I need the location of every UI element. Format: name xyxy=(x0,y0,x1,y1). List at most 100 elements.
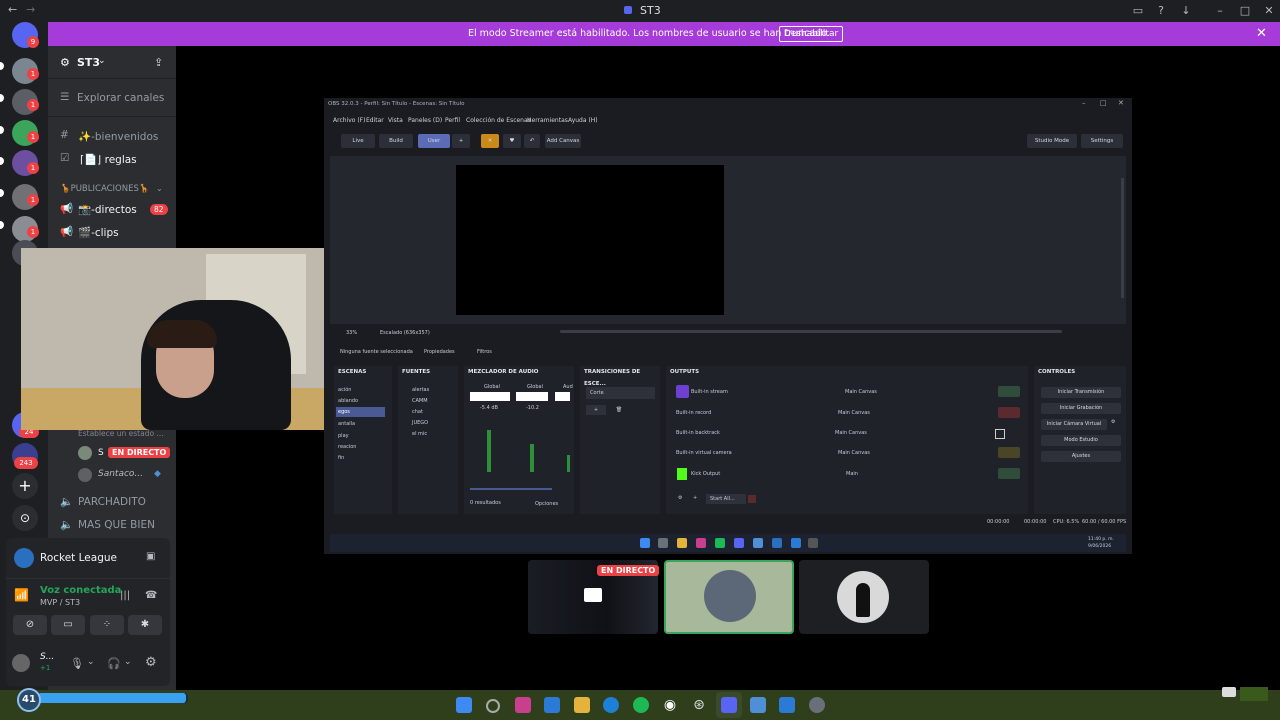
obs-menu-perfil[interactable]: Perfil xyxy=(445,117,460,124)
disable-streamer-button[interactable]: Deshabilitar xyxy=(779,26,843,42)
obs-menu-herramientas[interactable]: Herramientas xyxy=(527,117,568,124)
steam-icon[interactable]: ⊛ xyxy=(691,697,707,713)
scene-item[interactable]: antalla xyxy=(338,421,355,427)
obs-minimize-icon[interactable]: – xyxy=(1082,99,1086,107)
source-item[interactable]: chat xyxy=(412,409,423,415)
soundboard-button[interactable]: ✱ xyxy=(128,615,162,635)
obs-menu-editar[interactable]: Editar xyxy=(366,117,384,124)
arrow-left-icon[interactable]: ← xyxy=(8,3,17,16)
mixer-scroll[interactable] xyxy=(470,488,552,490)
activity-icon[interactable]: ▣ xyxy=(146,551,155,562)
discord-icon[interactable] xyxy=(721,697,737,713)
microphone-icon[interactable]: 🎙 xyxy=(70,657,84,670)
output-toggle[interactable] xyxy=(998,386,1020,397)
stop-all-button[interactable] xyxy=(748,495,756,503)
voice-channel-mas-que-bien[interactable]: MAS QUE BIEN xyxy=(78,519,155,531)
source-item[interactable]: JUEGO xyxy=(412,420,428,426)
scene-item[interactable]: reacion xyxy=(338,444,356,450)
channel-directos[interactable]: 📸-directos xyxy=(78,203,137,216)
folder-icon[interactable] xyxy=(574,697,590,713)
obs-icon[interactable]: ◉ xyxy=(662,697,678,713)
obs-cross-icon[interactable]: ✕ xyxy=(481,134,499,148)
start-recording-button[interactable]: Iniciar Grabación xyxy=(1041,403,1121,414)
voice-location[interactable]: MVP / ST3 xyxy=(40,598,80,607)
activities-icon[interactable]: ⁘ xyxy=(90,615,124,635)
output-toggle[interactable] xyxy=(998,468,1020,479)
output-settings-icon[interactable]: ⚙ xyxy=(678,495,682,501)
server-name[interactable]: ST3 xyxy=(77,56,100,69)
close-banner-icon[interactable]: ✕ xyxy=(1256,26,1267,41)
screen-share-icon[interactable]: ▭ xyxy=(51,615,85,635)
transition-add-icon[interactable]: + xyxy=(586,405,606,415)
voice-status[interactable]: Voz conectada xyxy=(40,585,121,596)
obs-menu-escenas[interactable]: Colección de Escenas xyxy=(466,117,531,124)
download-icon[interactable]: ↓ xyxy=(1179,4,1193,18)
obs-add-canvas-button[interactable]: Add Canvas xyxy=(545,134,581,148)
camera-off-icon[interactable]: ⊘ xyxy=(13,615,47,635)
disconnect-icon[interactable]: ☎ xyxy=(145,590,157,601)
settings-button[interactable]: Ajustes xyxy=(1041,451,1121,462)
obs-maximize-icon[interactable]: □ xyxy=(1100,99,1107,107)
copilot-icon[interactable] xyxy=(515,697,531,713)
obs-menu-paneles[interactable]: Paneles (D) xyxy=(408,117,442,124)
obs-canvas[interactable] xyxy=(456,165,724,315)
scene-item[interactable]: ación xyxy=(338,387,351,393)
voice-user-name[interactable]: Santaco... xyxy=(98,469,143,479)
user-name[interactable]: S... xyxy=(40,652,54,662)
obs-studio-mode-button[interactable]: Studio Mode xyxy=(1027,134,1077,148)
obs-horizontal-scrollbar[interactable] xyxy=(560,330,1062,333)
obs-live-button[interactable]: Live xyxy=(341,134,375,148)
obs-scale-mode[interactable]: Escalado (636x357) xyxy=(380,330,430,336)
obs-menu-ayuda[interactable]: Ayuda (H) xyxy=(568,117,598,124)
settings-gear-icon[interactable]: ⚙ xyxy=(145,655,157,670)
start-virtual-camera-button[interactable]: Iniciar Cámara Virtual xyxy=(1041,419,1107,430)
obs-scrollbar[interactable] xyxy=(1121,178,1124,298)
category-publicaciones[interactable]: 🦒PUBLICACIONES🦒 xyxy=(60,184,149,194)
close-icon[interactable]: ✕ xyxy=(1262,4,1276,18)
search-icon[interactable] xyxy=(486,699,500,713)
obs-share-icon[interactable]: ↶ xyxy=(524,134,540,148)
obs-zoom[interactable]: 33% xyxy=(346,330,357,336)
obs-menu-archivo[interactable]: Archivo (F) xyxy=(333,117,365,124)
channel-clips[interactable]: 🎬-clips xyxy=(78,226,119,239)
tray-widget[interactable] xyxy=(1240,687,1268,701)
start-all-button[interactable]: Start All... xyxy=(706,494,746,504)
settings-gear-icon[interactable] xyxy=(809,697,825,713)
obs-user-button[interactable]: User xyxy=(418,134,450,148)
studio-mode-button[interactable]: Modo Estudio xyxy=(1041,435,1121,446)
virtual-camera-settings-icon[interactable]: ⚙ xyxy=(1111,419,1115,425)
obs-heart-icon[interactable]: ♥ xyxy=(503,134,521,148)
chevron-down-icon[interactable]: ⌄ xyxy=(124,657,132,667)
store-icon[interactable] xyxy=(544,697,560,713)
obs-settings-button[interactable]: Settings xyxy=(1081,134,1123,148)
start-stream-button[interactable]: Iniciar Transmisión xyxy=(1041,387,1121,398)
source-item[interactable]: CAMM xyxy=(412,398,428,404)
photos-icon[interactable] xyxy=(779,697,795,713)
backtrack-checkbox[interactable] xyxy=(995,429,1005,439)
spotify-icon[interactable] xyxy=(633,697,649,713)
soundboard-icon[interactable]: ||| xyxy=(120,590,130,601)
discover-icon[interactable]: ⊙ xyxy=(12,505,38,531)
inbox-icon[interactable]: ▭ xyxy=(1131,4,1145,18)
output-add-icon[interactable]: + xyxy=(693,495,697,501)
scene-item[interactable]: play xyxy=(338,433,349,439)
obs-filters-button[interactable]: Filtros xyxy=(477,349,492,355)
arrow-right-icon[interactable]: → xyxy=(26,3,35,16)
source-item[interactable]: el mic xyxy=(412,431,427,437)
maximize-icon[interactable]: □ xyxy=(1238,4,1252,18)
obs-close-icon[interactable]: ✕ xyxy=(1118,99,1124,107)
transition-delete-icon[interactable]: 🗑 xyxy=(612,405,626,415)
voice-channel-parchadito[interactable]: PARCHADITO xyxy=(78,496,146,508)
windows-start-icon[interactable] xyxy=(456,697,472,713)
virtual-camera-toggle[interactable] xyxy=(998,447,1020,458)
participant-tile-speaking[interactable] xyxy=(664,560,794,634)
chevron-down-icon[interactable]: ⌄ xyxy=(98,56,106,66)
help-icon[interactable]: ? xyxy=(1154,4,1168,18)
channel-reglas[interactable]: ⌈📄⌋ reglas xyxy=(80,153,137,166)
headphones-icon[interactable]: 🎧 xyxy=(107,657,121,670)
obs-menu-vista[interactable]: Vista xyxy=(388,117,403,124)
chevron-down-icon[interactable]: ⌄ xyxy=(87,657,95,667)
invite-icon[interactable]: ⇪ xyxy=(154,56,163,69)
chevron-down-icon[interactable]: ⌄ xyxy=(156,184,163,193)
explore-channels[interactable]: Explorar canales xyxy=(77,92,164,104)
